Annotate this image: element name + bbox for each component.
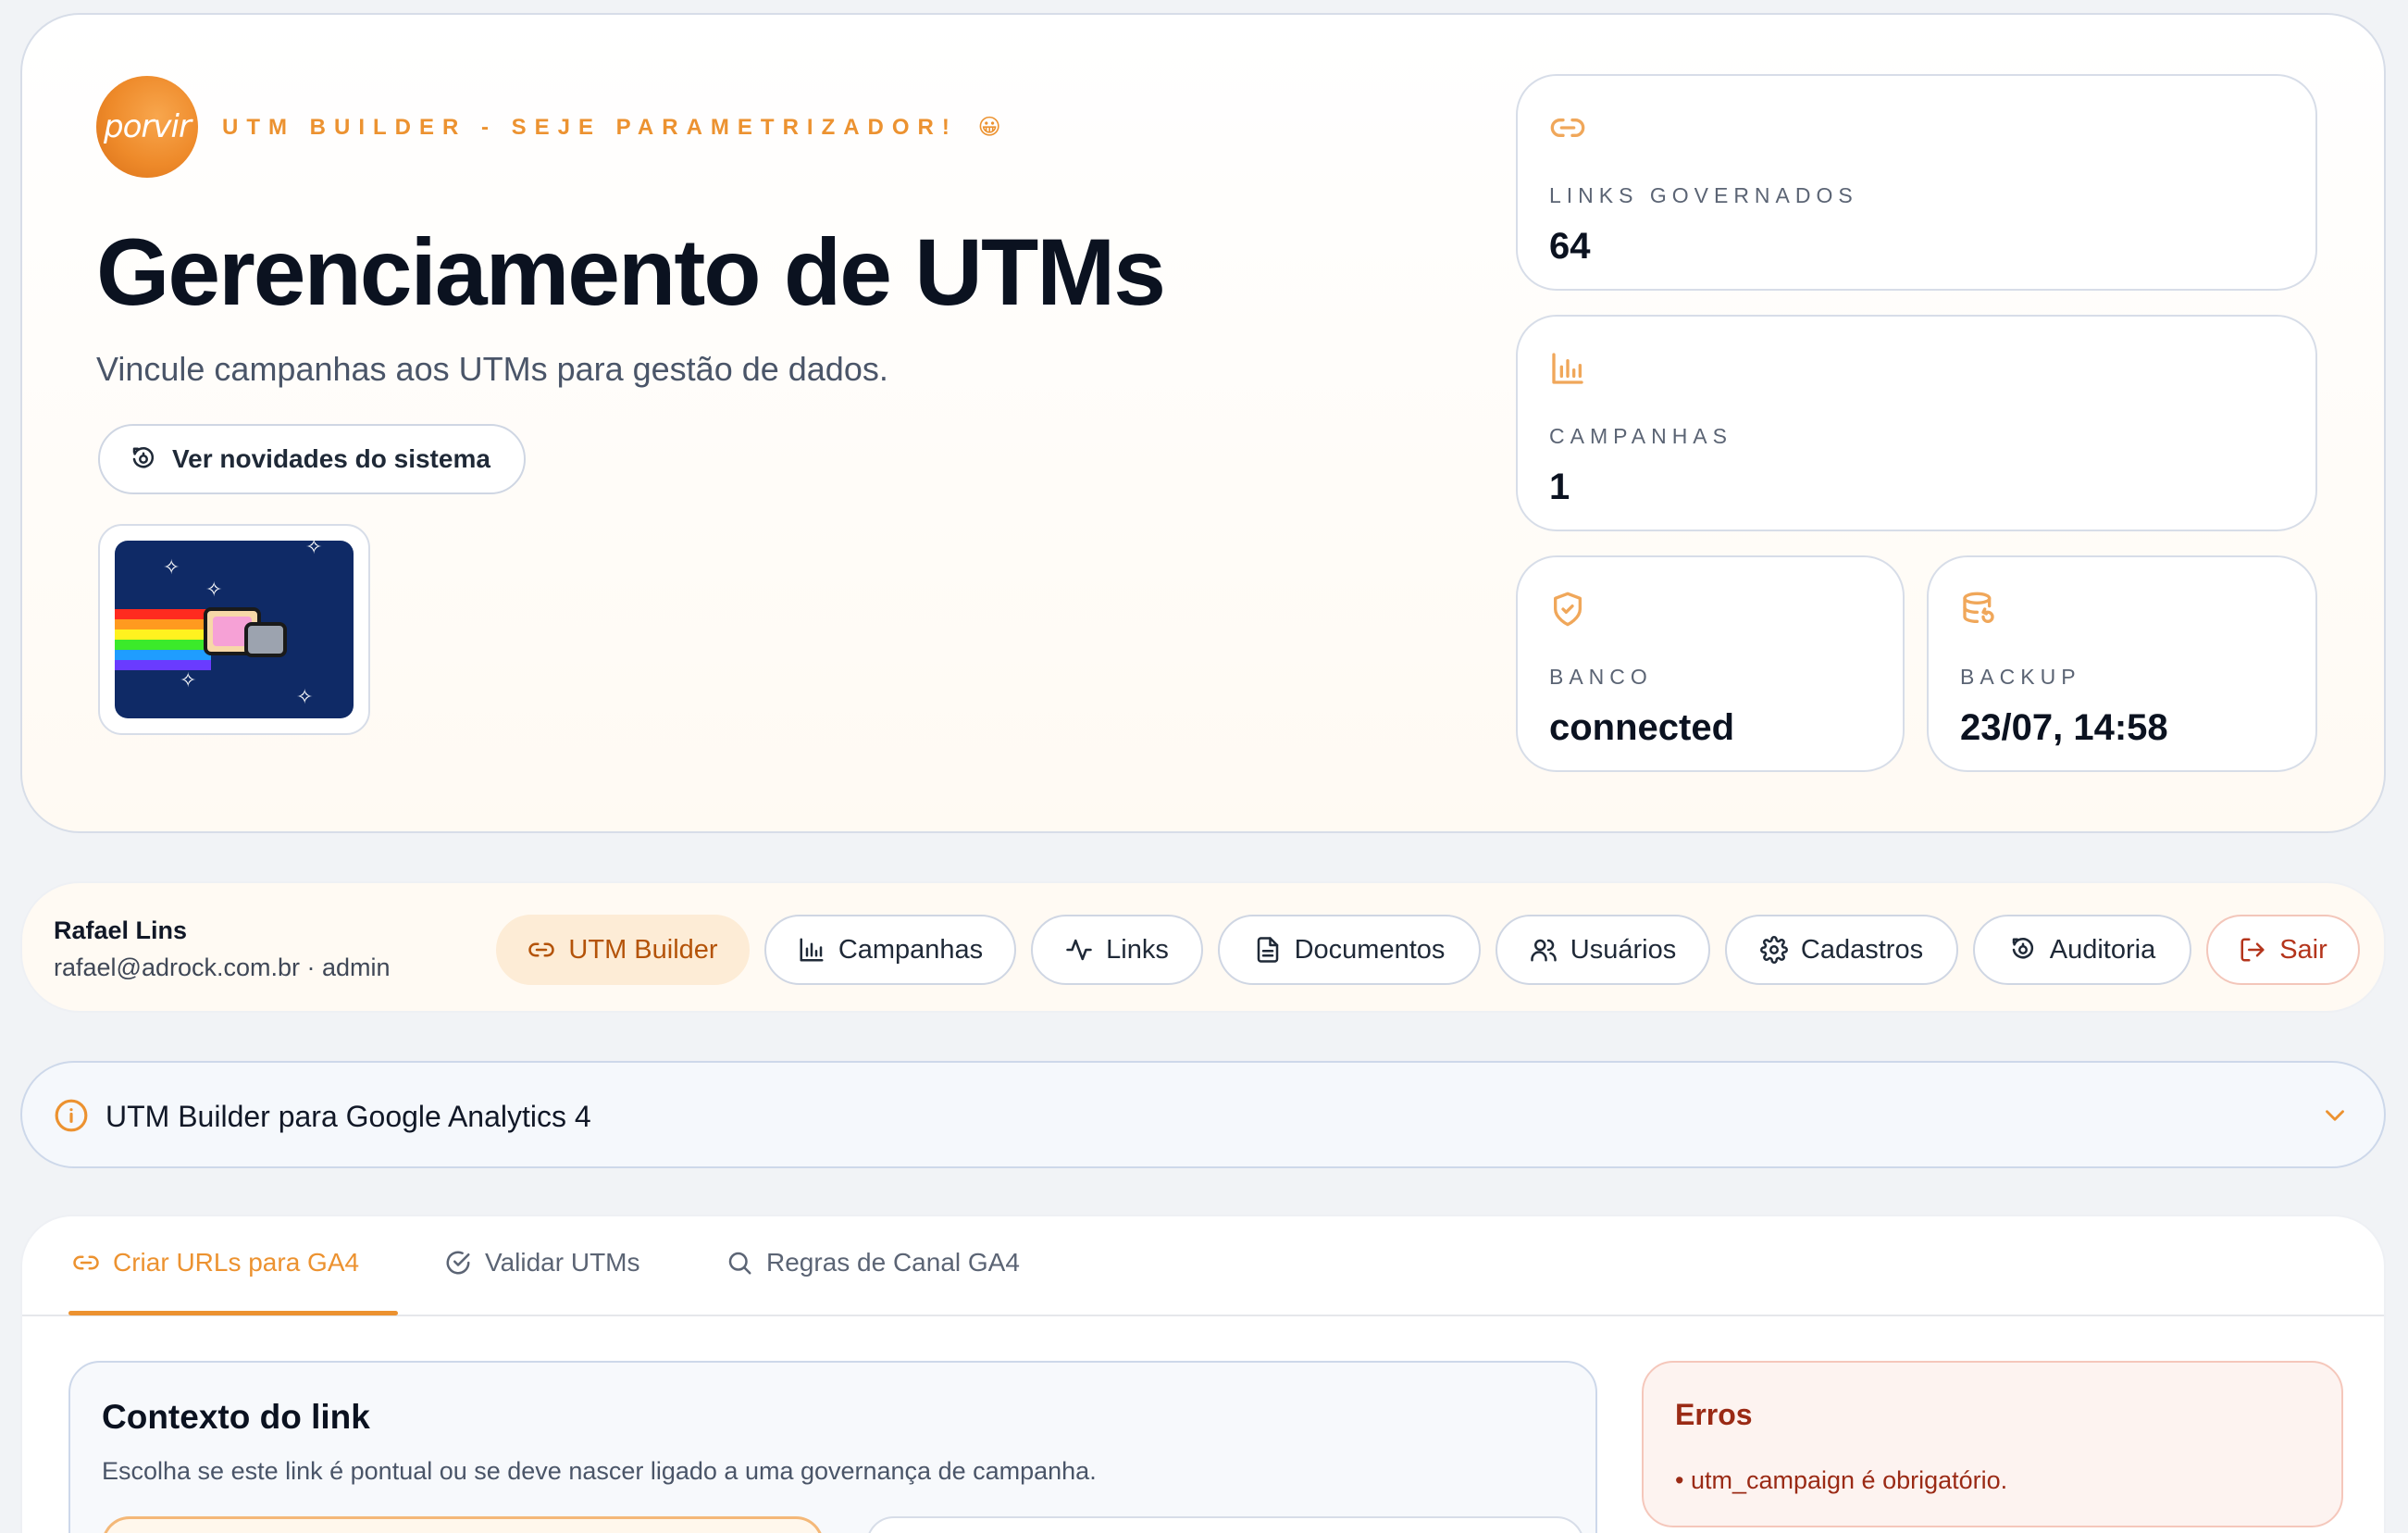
- accordion-title: UTM Builder para Google Analytics 4: [106, 1100, 591, 1133]
- cat-head: [244, 622, 287, 657]
- document-icon: [1254, 936, 1282, 964]
- rainbow-trail: [115, 609, 211, 670]
- bar-chart-icon: [798, 936, 825, 964]
- errors-card: Erros • utm_campaign é obrigatório.: [1642, 1361, 2343, 1527]
- chevron-down-icon[interactable]: [2319, 1100, 2351, 1131]
- nav-registers-label: Cadastros: [1800, 934, 1924, 965]
- hero-panel: porvir UTM BUILDER - SEJE PARAMETRIZADOR…: [20, 13, 2386, 833]
- check-circle-icon: [444, 1249, 472, 1277]
- gear-icon: [1759, 936, 1788, 964]
- user-email-role: rafael@adrock.com.br · admin: [54, 953, 391, 981]
- bar-chart-icon: [1549, 350, 1586, 387]
- nav-users[interactable]: Usuários: [1496, 915, 1710, 985]
- link-context-title: Contexto do link: [102, 1398, 370, 1436]
- tab-validate-utms[interactable]: Validar UTMs: [444, 1248, 640, 1278]
- nav-campaigns[interactable]: Campanhas: [764, 915, 1016, 985]
- ga4-info-accordion[interactable]: UTM Builder para Google Analytics 4: [20, 1061, 2386, 1168]
- error-item: • utm_campaign é obrigatório.: [1675, 1466, 2008, 1494]
- tab-validate-utms-label: Validar UTMs: [485, 1248, 640, 1277]
- logout-button[interactable]: Sair: [2206, 915, 2360, 985]
- stat-database-value: connected: [1549, 707, 1735, 748]
- nav-users-label: Usuários: [1570, 934, 1677, 965]
- search-icon: [726, 1249, 753, 1277]
- nav-registers[interactable]: Cadastros: [1725, 915, 1958, 985]
- nyan-cat-image: ✧ ✧ ✧ ✧ ✧: [115, 541, 354, 718]
- page-title: Gerenciamento de UTMs: [96, 219, 1166, 325]
- star-icon: ✧: [296, 685, 314, 708]
- errors-title: Erros: [1675, 1398, 1753, 1431]
- nav-documents[interactable]: Documentos: [1218, 915, 1481, 985]
- nav-links[interactable]: Links: [1031, 915, 1203, 985]
- star-icon: ✧: [180, 668, 197, 692]
- tab-create-urls[interactable]: Criar URLs para GA4: [72, 1248, 359, 1278]
- tab-channel-rules[interactable]: Regras de Canal GA4: [726, 1248, 1020, 1278]
- history-icon: [2009, 936, 2037, 964]
- shield-check-icon: [1549, 591, 1586, 628]
- nav-audit-label: Auditoria: [2049, 934, 2156, 965]
- star-icon: ✧: [205, 578, 223, 601]
- star-icon: ✧: [163, 555, 180, 579]
- link-context-card: Contexto do link Escolha se este link é …: [68, 1361, 1597, 1533]
- tagline-text: UTM BUILDER - SEJE PARAMETRIZADOR!: [222, 114, 958, 140]
- tab-create-urls-label: Criar URLs para GA4: [113, 1248, 360, 1277]
- stat-campaigns-value: 1: [1549, 467, 1570, 507]
- tagline-emoji: 😀: [977, 114, 1010, 140]
- stat-database-card: BANCO connected: [1516, 555, 1905, 772]
- stat-links-card: LINKS GOVERNADOS 64: [1516, 74, 2317, 291]
- stat-database-label: BANCO: [1549, 665, 1653, 689]
- history-icon: [130, 445, 157, 473]
- activity-icon: [1065, 936, 1093, 964]
- tagline: UTM BUILDER - SEJE PARAMETRIZADOR! 😀: [222, 114, 1010, 141]
- star-icon: ✧: [305, 541, 323, 558]
- logout-icon: [2239, 936, 2266, 964]
- context-option-selected[interactable]: [102, 1516, 824, 1533]
- brand-row: porvir UTM BUILDER - SEJE PARAMETRIZADOR…: [96, 76, 1010, 178]
- porvir-logo: porvir: [96, 76, 198, 178]
- stat-backup-value: 23/07, 14:58: [1960, 707, 2168, 748]
- link-icon: [1549, 109, 1586, 146]
- info-icon: [54, 1098, 89, 1133]
- nav-audit[interactable]: Auditoria: [1973, 915, 2191, 985]
- view-news-label: Ver novidades do sistema: [172, 444, 490, 473]
- nyan-cat-animation: ✧ ✧ ✧ ✧ ✧: [98, 524, 370, 735]
- users-icon: [1530, 936, 1558, 964]
- main-navbar: Rafael Lins rafael@adrock.com.br · admin…: [20, 881, 2386, 1013]
- tab-channel-rules-label: Regras de Canal GA4: [766, 1248, 1020, 1277]
- view-news-button[interactable]: Ver novidades do sistema: [98, 424, 526, 494]
- stat-backup-card: BACKUP 23/07, 14:58: [1927, 555, 2317, 772]
- page-subtitle: Vincule campanhas aos UTMs para gestão d…: [96, 350, 888, 388]
- link-context-description: Escolha se este link é pontual ou se dev…: [102, 1457, 1097, 1485]
- stat-campaigns-card: CAMPANHAS 1: [1516, 315, 2317, 531]
- database-restore-icon: [1960, 591, 1997, 628]
- context-option[interactable]: [866, 1516, 1584, 1533]
- stat-backup-label: BACKUP: [1960, 665, 2081, 689]
- nav-links-label: Links: [1106, 934, 1169, 965]
- logout-label: Sair: [2279, 934, 2327, 965]
- nav-utm-builder[interactable]: UTM Builder: [496, 915, 750, 985]
- stat-links-value: 64: [1549, 226, 1591, 267]
- nav-documents-label: Documentos: [1294, 934, 1446, 965]
- nav-utm-builder-label: UTM Builder: [568, 934, 718, 965]
- utm-builder-card: Criar URLs para GA4 Validar UTMs Regras …: [20, 1215, 2386, 1533]
- active-tab-indicator: [68, 1311, 398, 1315]
- stat-links-label: LINKS GOVERNADOS: [1549, 183, 1858, 207]
- link-icon: [528, 936, 555, 964]
- user-name: Rafael Lins: [54, 916, 188, 944]
- nav-campaigns-label: Campanhas: [838, 934, 984, 965]
- link-icon: [72, 1249, 100, 1277]
- stat-campaigns-label: CAMPANHAS: [1549, 424, 1732, 448]
